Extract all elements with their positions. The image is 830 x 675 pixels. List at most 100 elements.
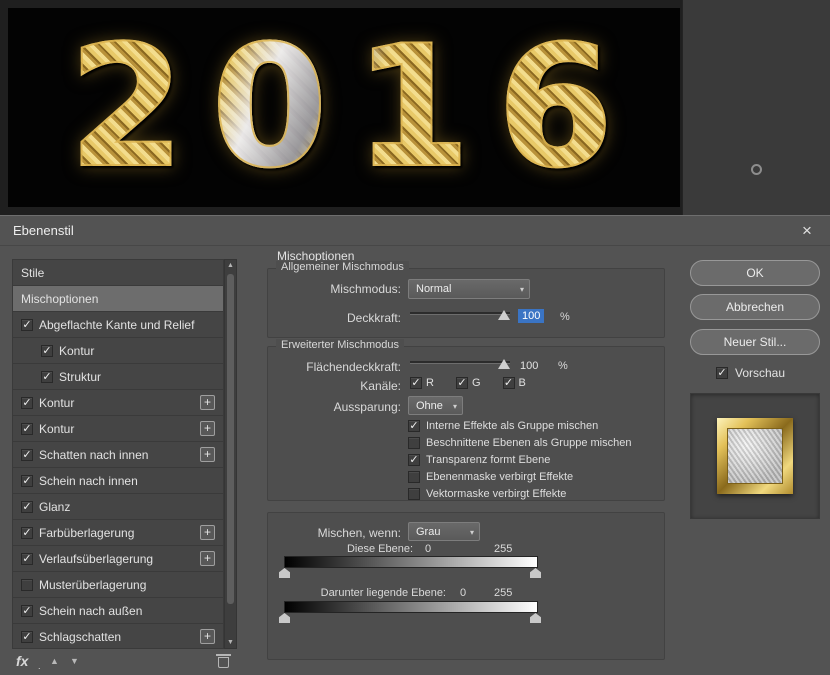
fill-opacity-value-field[interactable]: 100 [520, 360, 538, 372]
add-effect-button[interactable]: + [200, 525, 215, 540]
new-style-button[interactable]: Neuer Stil... [690, 329, 820, 355]
opacity-value-field[interactable]: 100 [518, 309, 544, 323]
option-ebenenmaske-verbirgt-effekte[interactable]: Ebenenmaske verbirgt Effekte [408, 470, 573, 484]
styles-list-scrollbar[interactable]: ▲ ▼ [224, 259, 237, 649]
underlying-right-handle[interactable] [530, 613, 541, 623]
this-layer-label: Diese Ebene: [268, 543, 413, 555]
style-item-label: Schlagschatten [39, 630, 194, 644]
style-item-schein-nach-innen[interactable]: ✓ Schein nach innen [13, 468, 223, 494]
this-layer-gradient-bar[interactable] [284, 556, 538, 568]
checkbox[interactable]: ✓ [456, 377, 468, 389]
channel-r[interactable]: ✓R [410, 377, 434, 389]
checkbox[interactable]: ✓ [408, 420, 420, 432]
checkbox[interactable] [408, 471, 420, 483]
option-beschnittene-ebenen-als-gruppe-mischen[interactable]: Beschnittene Ebenen als Gruppe mischen [408, 436, 631, 450]
opacity-slider[interactable] [410, 307, 510, 321]
panel-knob-icon[interactable] [751, 164, 762, 175]
option-label: Ebenenmaske verbirgt Effekte [426, 471, 573, 483]
checkbox[interactable]: ✓ [21, 631, 33, 643]
checkbox[interactable]: ✓ [410, 377, 422, 389]
this-layer-right-handle[interactable] [530, 568, 541, 578]
add-effect-button[interactable]: + [200, 447, 215, 462]
cancel-button[interactable]: Abbrechen [690, 294, 820, 320]
preview-checkbox[interactable]: ✓ [716, 367, 728, 379]
checkbox[interactable] [408, 437, 420, 449]
move-effect-up-icon[interactable]: ▲ [50, 656, 59, 666]
style-item-kontur[interactable]: ✓Kontur+ [13, 416, 223, 442]
scrollbar-thumb[interactable] [227, 274, 234, 604]
style-item-schatten-nach-innen[interactable]: ✓ Schatten nach innen + [13, 442, 223, 468]
style-item-mischoptionen[interactable]: Mischoptionen [13, 286, 223, 312]
checkbox[interactable]: ✓ [21, 501, 33, 513]
channel-b[interactable]: ✓B [503, 377, 526, 389]
dialog-title: Ebenenstil [13, 223, 74, 238]
channel-g[interactable]: ✓G [456, 377, 481, 389]
scroll-up-icon[interactable]: ▲ [225, 262, 236, 269]
slider-track[interactable] [410, 312, 510, 315]
checkbox[interactable]: ✓ [21, 553, 33, 565]
option-transparenz-formt-ebene[interactable]: ✓ Transparenz formt Ebene [408, 453, 550, 467]
group-title: Allgemeiner Mischmodus [276, 261, 409, 273]
style-item-schlagschatten[interactable]: ✓ Schlagschatten + [13, 624, 223, 649]
style-item-struktur[interactable]: ✓Struktur [13, 364, 223, 390]
underlying-layer-min: 0 [460, 587, 466, 599]
chevron-down-icon: ▾ [470, 528, 474, 537]
blend-mode-dropdown[interactable]: Normal ▾ [408, 279, 530, 299]
style-item-muster-berlagerung[interactable]: Musterüberlagerung [13, 572, 223, 598]
styles-list: StileMischoptionen ✓ Abgeflachte Kante und… [12, 259, 224, 649]
checkbox[interactable]: ✓ [21, 397, 33, 409]
underlying-layer-gradient-bar[interactable] [284, 601, 538, 613]
blend-if-dropdown[interactable]: Grau ▾ [408, 522, 480, 541]
style-item-label: Schein nach außen [39, 604, 215, 618]
checkbox[interactable] [21, 579, 33, 591]
option-interne-effekte-als-gruppe-mischen[interactable]: ✓Interne Effekte als Gruppe mischen [408, 419, 598, 433]
style-preview-swatch-inner [727, 428, 783, 484]
ok-button[interactable]: OK [690, 260, 820, 286]
style-item-kontur[interactable]: ✓Kontur+ [13, 390, 223, 416]
this-layer-left-handle[interactable] [279, 568, 290, 578]
checkbox[interactable]: ✓ [21, 319, 33, 331]
style-item-label: Schatten nach innen [39, 448, 194, 462]
add-effect-button[interactable]: + [200, 629, 215, 644]
checkbox[interactable]: ✓ [408, 454, 420, 466]
checkbox[interactable]: ✓ [21, 605, 33, 617]
preview-toggle[interactable]: ✓ Vorschau [716, 366, 785, 380]
option-vektormaske-verbirgt-effekte[interactable]: Vektormaske verbirgt Effekte [408, 487, 566, 501]
document-canvas[interactable]: 2016 [8, 8, 680, 207]
dialog-titlebar[interactable]: Ebenenstil × [0, 216, 830, 246]
move-effect-down-icon[interactable]: ▼ [70, 656, 79, 666]
checkbox[interactable]: ✓ [21, 475, 33, 487]
checkbox[interactable]: ✓ [503, 377, 515, 389]
style-item-kontur[interactable]: ✓Kontur [13, 338, 223, 364]
checkbox[interactable]: ✓ [21, 527, 33, 539]
delete-effect-trash-icon[interactable] [218, 657, 229, 668]
scroll-down-icon[interactable]: ▼ [225, 639, 236, 646]
style-item-glanz[interactable]: ✓Glanz [13, 494, 223, 520]
style-item-abgeflachte-kante-und-relief[interactable]: ✓ Abgeflachte Kante und Relief [13, 312, 223, 338]
checkbox[interactable]: ✓ [21, 449, 33, 461]
style-item-schein-nach-au-en[interactable]: ✓ Schein nach außen [13, 598, 223, 624]
style-item-stile[interactable]: Stile [13, 260, 223, 286]
fill-opacity-slider[interactable] [410, 356, 510, 370]
checkbox[interactable]: ✓ [41, 345, 53, 357]
fx-button[interactable]: fx [16, 653, 28, 669]
option-label: Beschnittene Ebenen als Gruppe mischen [426, 437, 631, 449]
option-label: Transparenz formt Ebene [426, 454, 550, 466]
knockout-dropdown[interactable]: Ohne ▾ [408, 396, 463, 415]
add-effect-button[interactable]: + [200, 421, 215, 436]
style-item-farb-berlagerung[interactable]: ✓Farbüberlagerung+ [13, 520, 223, 546]
underlying-left-handle[interactable] [279, 613, 290, 623]
checkbox[interactable] [408, 488, 420, 500]
chevron-down-icon: ▾ [520, 285, 524, 294]
slider-track[interactable] [410, 361, 510, 364]
slider-handle[interactable] [498, 359, 510, 369]
add-effect-button[interactable]: + [200, 395, 215, 410]
checkbox[interactable]: ✓ [41, 371, 53, 383]
add-effect-button[interactable]: + [200, 551, 215, 566]
style-item-label: Schein nach innen [39, 474, 215, 488]
style-item-label: Abgeflachte Kante und Relief [39, 318, 215, 332]
checkbox[interactable]: ✓ [21, 423, 33, 435]
style-item-verlaufs-berlagerung[interactable]: ✓Verlaufsüberlagerung+ [13, 546, 223, 572]
close-icon[interactable]: × [797, 216, 817, 246]
slider-handle[interactable] [498, 310, 510, 320]
